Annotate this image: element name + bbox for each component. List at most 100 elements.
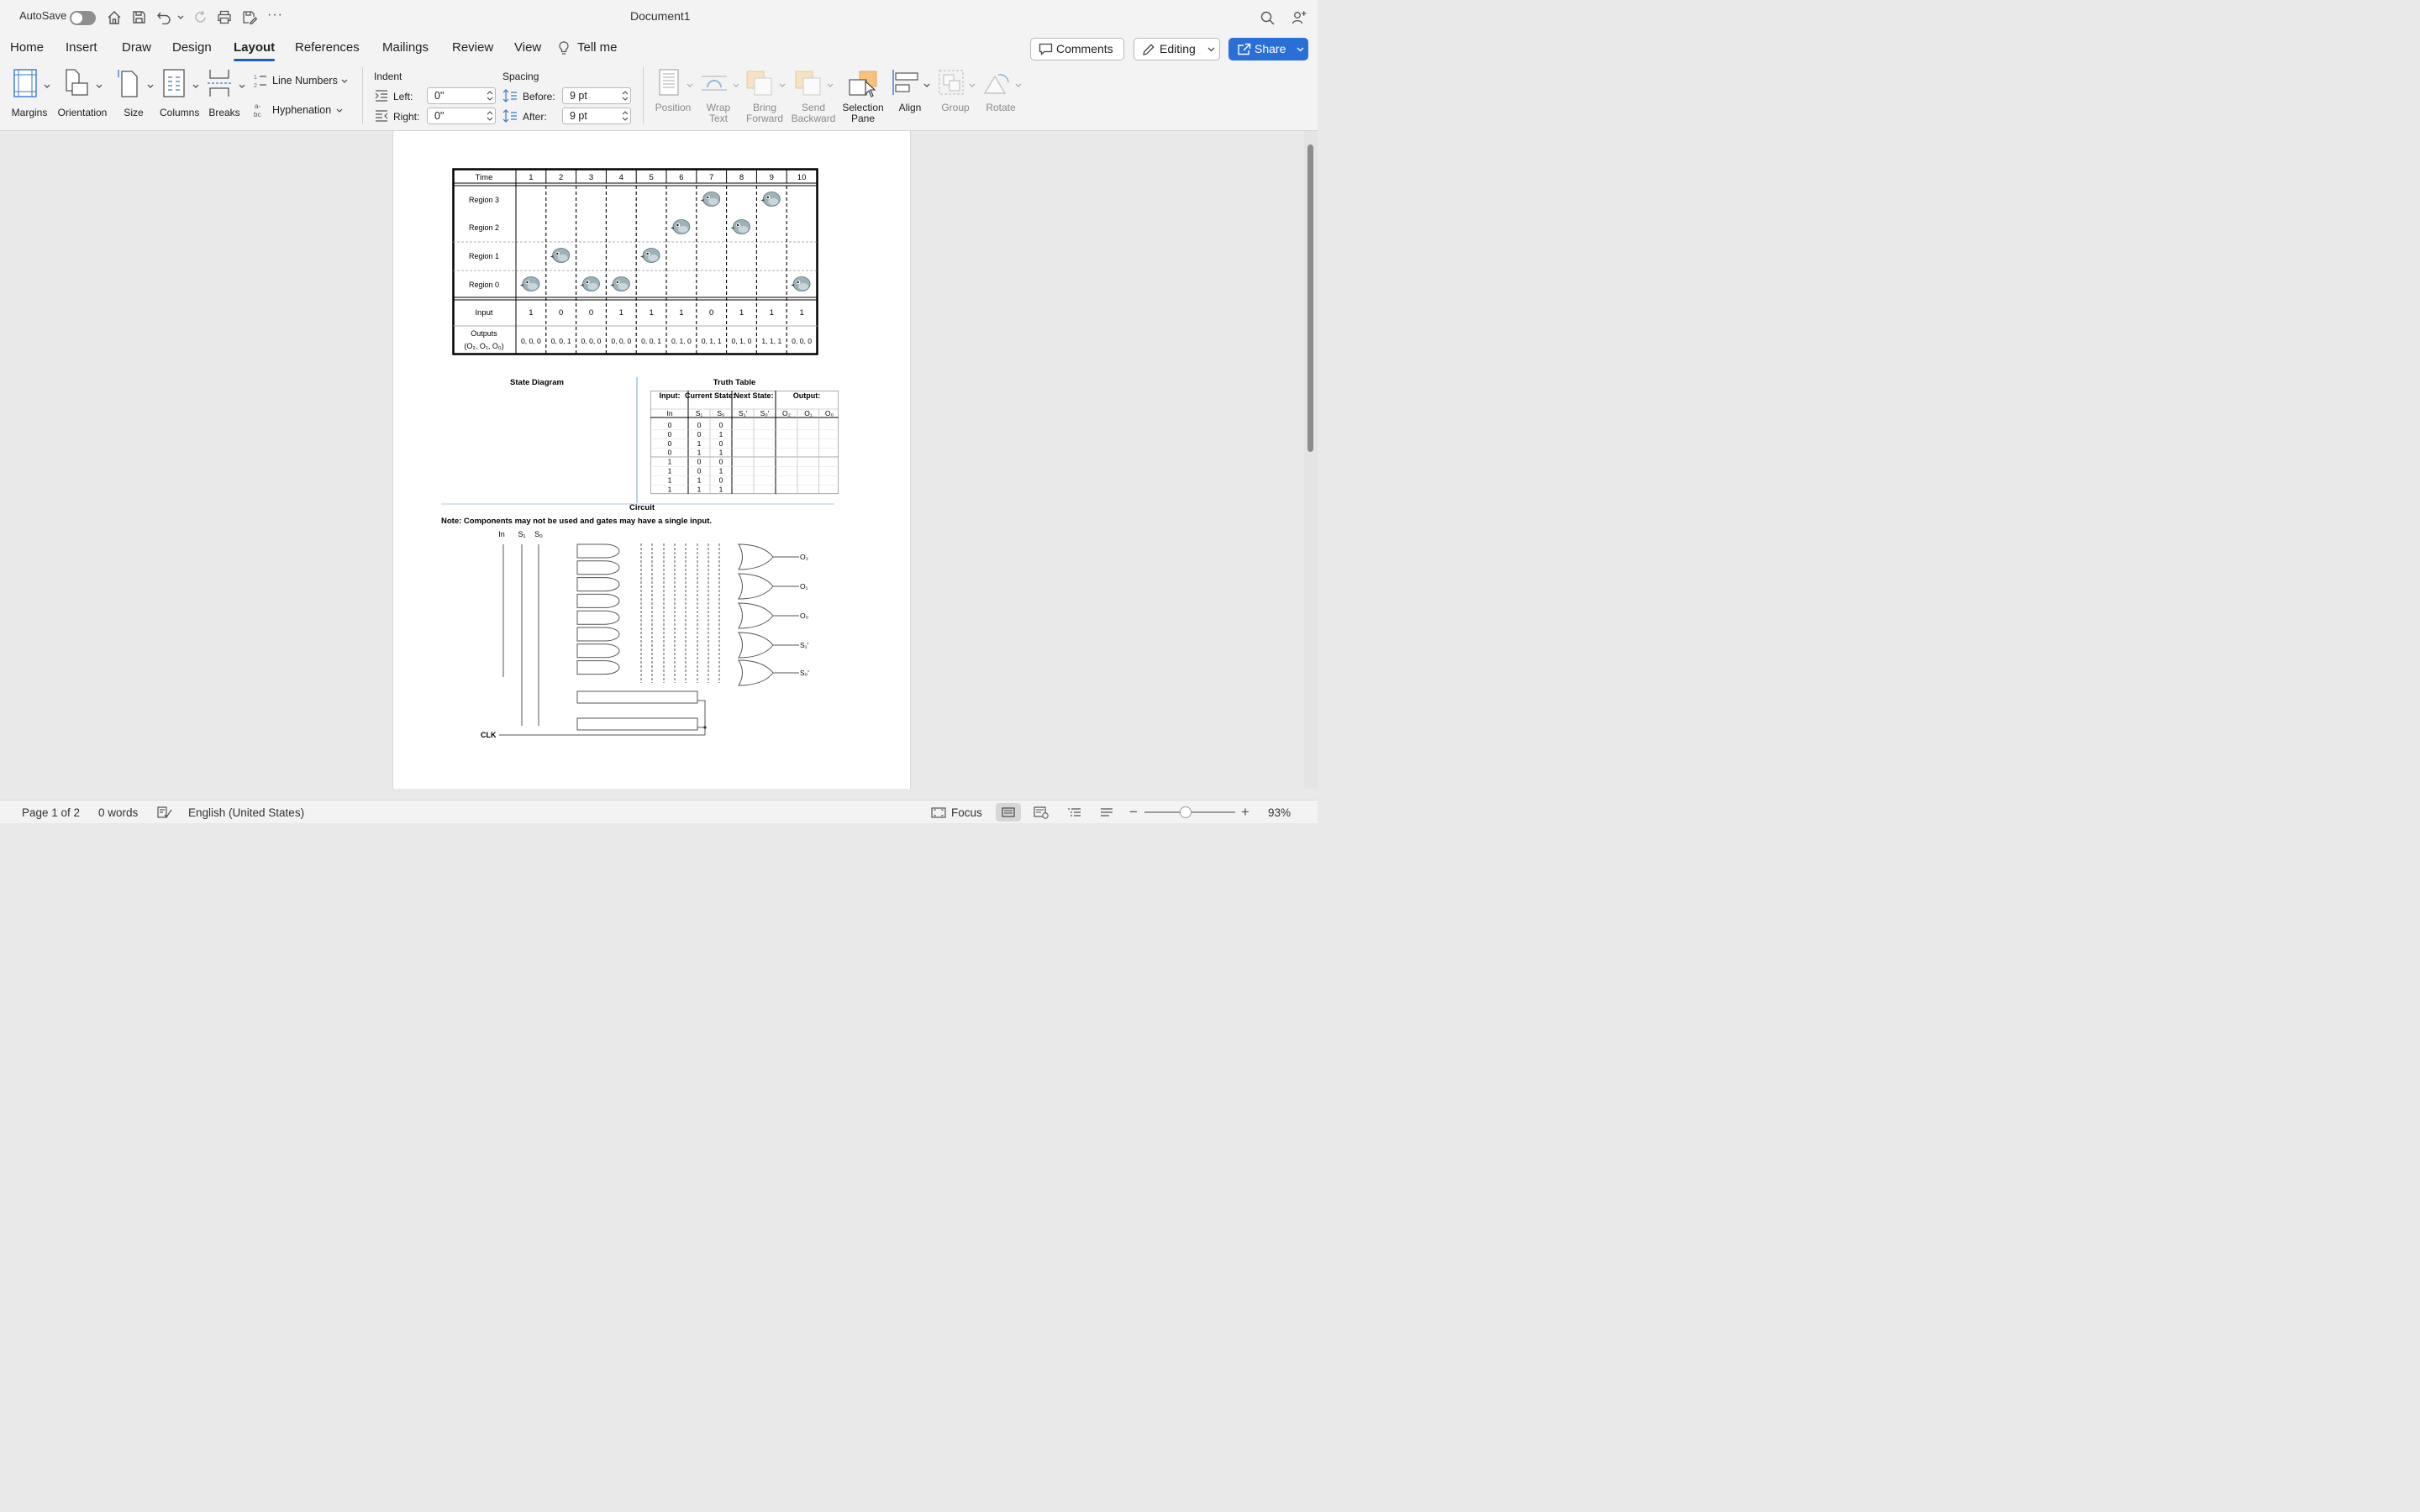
draft-view-icon[interactable] — [1100, 807, 1113, 818]
autosave-toggle[interactable] — [70, 11, 96, 25]
breaks-button[interactable]: Breaks — [205, 67, 247, 118]
stepper-icon[interactable] — [487, 90, 493, 102]
group-label: Group — [941, 102, 970, 113]
focus-label[interactable]: Focus — [951, 806, 982, 819]
stepper-icon[interactable] — [622, 110, 629, 122]
chevron-down-icon — [239, 84, 245, 88]
region-0-label: Region 0 — [469, 281, 499, 289]
rotate-icon — [983, 74, 1009, 94]
group-button[interactable]: Group — [934, 69, 978, 119]
size-button[interactable]: Size — [116, 67, 156, 118]
spacing-before-field[interactable]: 9 pt — [562, 87, 631, 104]
output-value: 0, 0, 0 — [792, 337, 812, 345]
zoom-level[interactable]: 93% — [1268, 806, 1291, 819]
tab-mailings[interactable]: Mailings — [382, 40, 429, 55]
document-page[interactable]: Time 1 2 3 4 5 6 7 8 9 10 Region 3 Region 2 Regio… — [392, 131, 911, 789]
position-button[interactable]: Position — [652, 69, 694, 119]
tt-column-header: O₁ — [804, 409, 813, 417]
indent-right-field[interactable]: 0" — [427, 108, 496, 124]
tt-column-header: S₀ — [717, 409, 725, 417]
input-value: 1 — [619, 308, 623, 318]
circuit-output-label: S₀' — [800, 669, 809, 677]
zoom-slider[interactable] — [1144, 806, 1235, 818]
tab-view[interactable]: View — [514, 40, 541, 55]
tt-cell: 1 — [668, 467, 672, 475]
editing-mode-button[interactable]: Editing — [1134, 38, 1220, 60]
orientation-button[interactable]: Orientation — [55, 67, 111, 118]
chevron-down-icon — [733, 83, 739, 87]
stepper-icon[interactable] — [487, 110, 493, 122]
comments-button[interactable]: Comments — [1030, 38, 1124, 60]
language[interactable]: English (United States) — [188, 806, 304, 819]
print-layout-view-button[interactable] — [996, 803, 1021, 822]
columns-button[interactable]: Columns — [160, 67, 202, 118]
undo-icon[interactable] — [156, 10, 171, 24]
clock-label: CLK — [481, 731, 497, 739]
margins-button[interactable]: Margins — [8, 67, 54, 118]
bird-icon — [580, 276, 600, 291]
share-button[interactable]: Share — [1228, 38, 1308, 60]
tt-cell: 0 — [697, 467, 702, 475]
bring-forward-button[interactable]: Bring Forward — [743, 69, 786, 124]
account-icon[interactable] — [1292, 10, 1307, 25]
ribbon-tabs: Home Insert Draw Design Layout Reference… — [0, 35, 1318, 62]
line-numbers-button[interactable]: 12 Line Numbers — [254, 72, 353, 89]
scrollbar-thumb[interactable] — [1307, 144, 1313, 452]
save-icon[interactable] — [132, 10, 146, 24]
output-value: 0, 1, 0 — [732, 337, 752, 345]
vertical-scrollbar[interactable] — [1304, 131, 1318, 789]
input-row-label: Input — [475, 308, 492, 318]
tab-design[interactable]: Design — [172, 40, 212, 55]
input-value: 1 — [649, 308, 653, 318]
align-button[interactable]: Align — [889, 69, 933, 119]
tab-insert[interactable]: Insert — [66, 40, 97, 55]
chevron-down-icon — [96, 84, 103, 88]
tab-draw[interactable]: Draw — [122, 40, 151, 55]
undo-dropdown-icon[interactable] — [177, 15, 184, 20]
output-value: 0, 0, 0 — [581, 337, 602, 345]
bird-icon — [670, 219, 691, 234]
spacing-after-field[interactable]: 9 pt — [562, 108, 631, 124]
print-icon[interactable] — [217, 10, 232, 24]
indent-left-field[interactable]: 0" — [427, 87, 496, 104]
selection-pane-button[interactable]: Selection Pane — [840, 69, 886, 124]
wrap-text-icon — [702, 76, 727, 91]
word-count[interactable]: 0 words — [98, 806, 138, 819]
circuit-input-s0: S₀ — [534, 530, 543, 538]
chevron-down-icon — [969, 83, 976, 87]
layout-ribbon: Margins Orientation Size Columns Breaks … — [0, 62, 1318, 131]
hyphenation-button[interactable]: a-bc Hyphenation — [254, 102, 353, 118]
proofing-icon[interactable] — [157, 806, 172, 819]
indent-header: Indent — [374, 71, 402, 82]
stepper-icon[interactable] — [622, 90, 629, 102]
zoom-in-button[interactable]: + — [1241, 804, 1249, 821]
tt-cell: 0 — [697, 421, 702, 429]
tt-cell: 1 — [719, 485, 723, 493]
save-as-icon[interactable] — [242, 10, 257, 24]
tab-home[interactable]: Home — [10, 40, 44, 55]
focus-icon[interactable] — [931, 807, 946, 818]
tell-me-search[interactable]: Tell me — [577, 40, 618, 55]
breaks-icon — [208, 70, 231, 97]
tab-layout[interactable]: Layout — [234, 40, 276, 61]
svg-text:a-: a- — [255, 102, 260, 110]
send-backward-button[interactable]: Send Backward — [790, 69, 837, 124]
wrap-text-label-line1: Wrap — [706, 102, 731, 113]
circuit-output-label: O₂ — [800, 553, 808, 561]
more-commands-icon[interactable]: ··· — [267, 8, 283, 23]
zoom-out-button[interactable]: − — [1129, 804, 1138, 821]
web-layout-icon[interactable] — [1034, 806, 1049, 819]
page-count[interactable]: Page 1 of 2 — [22, 806, 80, 819]
zoom-slider-thumb[interactable] — [1180, 806, 1192, 818]
tab-references[interactable]: References — [295, 40, 360, 55]
outline-view-icon[interactable] — [1067, 807, 1081, 818]
size-label: Size — [124, 107, 144, 118]
home-icon[interactable] — [107, 10, 122, 25]
wrap-text-button[interactable]: Wrap Text — [697, 69, 741, 124]
tab-review[interactable]: Review — [452, 40, 493, 55]
rotate-button[interactable]: Rotate — [980, 69, 1023, 119]
group-icon — [939, 70, 964, 95]
pencil-icon — [1143, 44, 1155, 55]
search-icon[interactable] — [1260, 11, 1275, 25]
chevron-down-icon — [1015, 83, 1022, 87]
